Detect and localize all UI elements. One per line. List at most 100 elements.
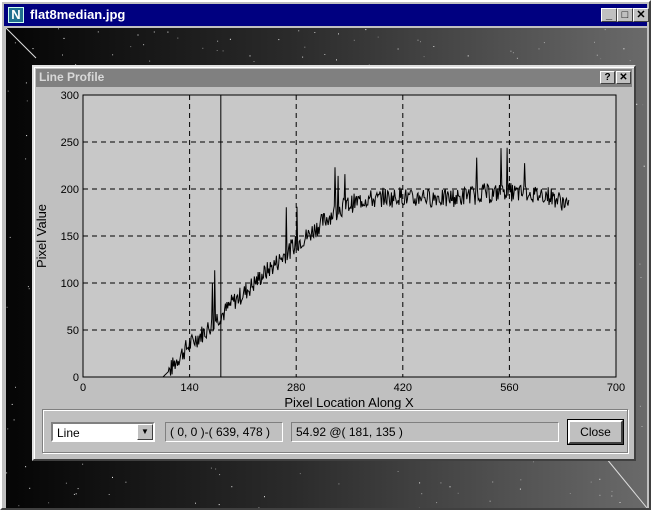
noise-speck: [63, 37, 65, 39]
noise-speck: [112, 476, 113, 478]
noise-speck: [278, 39, 280, 41]
noise-speck: [338, 33, 339, 35]
noise-speck: [77, 488, 79, 490]
noise-speck: [467, 55, 469, 57]
profile-mode-dropdown[interactable]: Line ▼: [51, 422, 155, 442]
noise-speck: [519, 488, 521, 490]
y-tick-label: 150: [61, 231, 79, 243]
noise-speck: [6, 472, 8, 474]
noise-speck: [397, 471, 399, 472]
y-tick-label: 0: [73, 372, 79, 384]
noise-speck: [338, 483, 340, 485]
noise-speck: [569, 493, 571, 494]
noise-speck: [130, 46, 132, 48]
line-profile-chart: 0 50 100 150 200 250 300 0 140 280 420 560 700 Pixe…: [34, 90, 625, 409]
noise-speck: [112, 54, 114, 56]
noise-speck: [377, 36, 379, 38]
noise-speck: [636, 103, 638, 105]
line-profile-dialog: Line Profile ? ✕ 0 50 100 150 200 250 300 0 140…: [32, 65, 636, 461]
noise-speck: [417, 39, 419, 41]
close-button[interactable]: Close: [567, 419, 624, 445]
noise-speck: [7, 90, 9, 92]
noise-speck: [26, 135, 28, 137]
noise-speck: [538, 48, 540, 50]
noise-speck: [25, 466, 27, 468]
noise-speck: [108, 494, 110, 495]
noise-speck: [218, 504, 220, 506]
noise-speck: [253, 61, 255, 62]
range-readout: ( 0, 0 )-( 639, 478 ): [165, 422, 283, 442]
noise-speck: [596, 54, 598, 56]
noise-speck: [629, 60, 631, 62]
dialog-titlebar[interactable]: Line Profile ? ✕: [36, 69, 632, 87]
noise-speck: [619, 502, 621, 503]
noise-speck: [249, 55, 251, 57]
noise-speck: [217, 40, 219, 42]
noise-speck: [195, 502, 196, 504]
chevron-down-icon[interactable]: ▼: [137, 424, 153, 440]
noise-speck: [324, 54, 326, 55]
noise-speck: [222, 50, 224, 52]
noise-speck: [599, 494, 601, 496]
noise-speck: [73, 493, 75, 495]
noise-speck: [492, 481, 494, 483]
x-axis-ticks: 0 140 280 420 560 700: [80, 382, 625, 394]
noise-speck: [623, 48, 625, 50]
window-titlebar[interactable]: N flat8median.jpg _ □ ✕: [4, 4, 649, 26]
y-axis-label: Pixel Value: [34, 204, 49, 268]
noise-speck: [436, 502, 438, 504]
y-tick-label: 300: [61, 90, 79, 102]
window-title: flat8median.jpg: [30, 7, 126, 22]
noise-speck: [137, 34, 139, 36]
noise-speck: [365, 29, 367, 31]
noise-speck: [11, 403, 13, 405]
noise-speck: [643, 165, 645, 167]
noise-speck: [516, 57, 518, 59]
noise-speck: [642, 104, 644, 106]
noise-speck: [48, 502, 50, 504]
noise-speck: [520, 479, 522, 481]
noise-speck: [153, 31, 155, 33]
help-button[interactable]: ?: [600, 71, 615, 84]
noise-speck: [611, 490, 613, 492]
noise-speck: [457, 492, 459, 494]
noise-speck: [433, 46, 435, 47]
noise-speck: [25, 82, 27, 84]
noise-speck: [489, 500, 491, 502]
noise-speck: [510, 50, 512, 52]
noise-speck: [533, 461, 534, 463]
noise-speck: [599, 478, 601, 480]
dialog-close-button[interactable]: ✕: [616, 71, 631, 84]
noise-speck: [353, 39, 355, 41]
noise-speck: [449, 486, 451, 488]
noise-speck: [421, 493, 423, 495]
noise-speck: [29, 487, 31, 489]
dialog-title: Line Profile: [39, 70, 105, 84]
x-tick-label: 280: [287, 382, 305, 394]
noise-speck: [167, 31, 169, 33]
x-tick-label: 420: [394, 382, 412, 394]
x-tick-label: 700: [607, 382, 625, 394]
window-close-button[interactable]: ✕: [633, 8, 649, 22]
noise-speck: [639, 263, 641, 265]
noise-speck: [97, 31, 99, 33]
maximize-button[interactable]: □: [617, 8, 633, 22]
noise-speck: [216, 50, 218, 51]
noise-speck: [215, 468, 217, 470]
x-axis-label: Pixel Location Along X: [284, 395, 414, 409]
noise-speck: [639, 405, 641, 407]
noise-speck: [25, 158, 27, 160]
mode-select-value: Line: [57, 426, 80, 440]
minimize-button[interactable]: _: [601, 8, 617, 22]
app-icon[interactable]: N: [8, 7, 24, 23]
noise-speck: [32, 48, 34, 50]
noise-speck: [299, 473, 301, 475]
noise-speck: [7, 428, 9, 430]
noise-speck: [28, 288, 30, 290]
noise-speck: [125, 481, 127, 483]
noise-speck: [15, 386, 16, 388]
y-tick-label: 50: [67, 325, 79, 337]
noise-speck: [62, 54, 63, 56]
noise-speck: [590, 481, 592, 483]
noise-speck: [58, 28, 59, 30]
